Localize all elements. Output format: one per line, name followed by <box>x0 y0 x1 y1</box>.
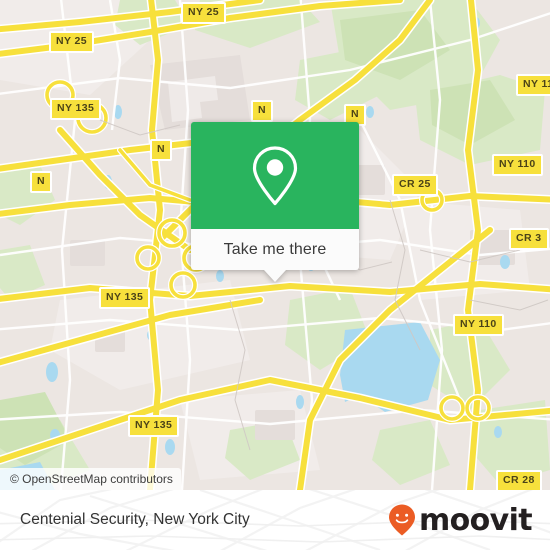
road-shield-cr-3[interactable]: CR 3 <box>509 228 549 250</box>
moovit-smiley-pin-icon <box>388 504 415 536</box>
take-me-there-label: Take me there <box>223 240 327 258</box>
road-shield-cr-25[interactable]: CR 25 <box>392 174 438 196</box>
road-shield-ny-135-upper-left[interactable]: NY 135 <box>50 98 102 120</box>
place-callout-card[interactable]: Take me there <box>191 122 359 282</box>
callout-action-panel[interactable]: Take me there <box>191 229 359 282</box>
road-shield-n-upper-mid[interactable]: N <box>251 100 273 122</box>
callout-pointer-tail <box>264 270 286 282</box>
road-shield-n-upper-left[interactable]: N <box>150 139 172 161</box>
road-shield-n-mid-left[interactable]: N <box>30 171 52 193</box>
map-pin-icon <box>252 145 298 205</box>
place-title: Centenial Security, New York City <box>20 511 250 528</box>
road-shield-ny-110-lower-right[interactable]: NY 110 <box>453 314 504 336</box>
road-shield-ny-110-top-right-clipped[interactable]: NY 11 <box>516 74 550 96</box>
road-shield-ny-25-left[interactable]: NY 25 <box>49 31 94 53</box>
footer-bar: Centenial Security, New York City moovit <box>0 490 550 550</box>
road-shield-ny-135-mid-left[interactable]: NY 135 <box>99 287 151 309</box>
callout-icon-panel <box>191 122 359 229</box>
map-attribution[interactable]: © OpenStreetMap contributors <box>0 468 181 490</box>
road-shield-ny-110-right[interactable]: NY 110 <box>492 154 543 176</box>
road-shield-cr-28[interactable]: CR 28 <box>496 470 542 490</box>
moovit-wordmark: moovit <box>418 503 533 538</box>
road-shield-ny-135-bottom-left[interactable]: NY 135 <box>128 415 180 437</box>
moovit-brand[interactable]: moovit <box>387 490 533 550</box>
road-shield-ny-25-top[interactable]: NY 25 <box>181 2 226 24</box>
moovit-map-screenshot: NY 25 NY 25 NY 135 N N N N NY 11 NY 110 … <box>0 0 550 550</box>
map-canvas[interactable]: NY 25 NY 25 NY 135 N N N N NY 11 NY 110 … <box>0 0 550 490</box>
